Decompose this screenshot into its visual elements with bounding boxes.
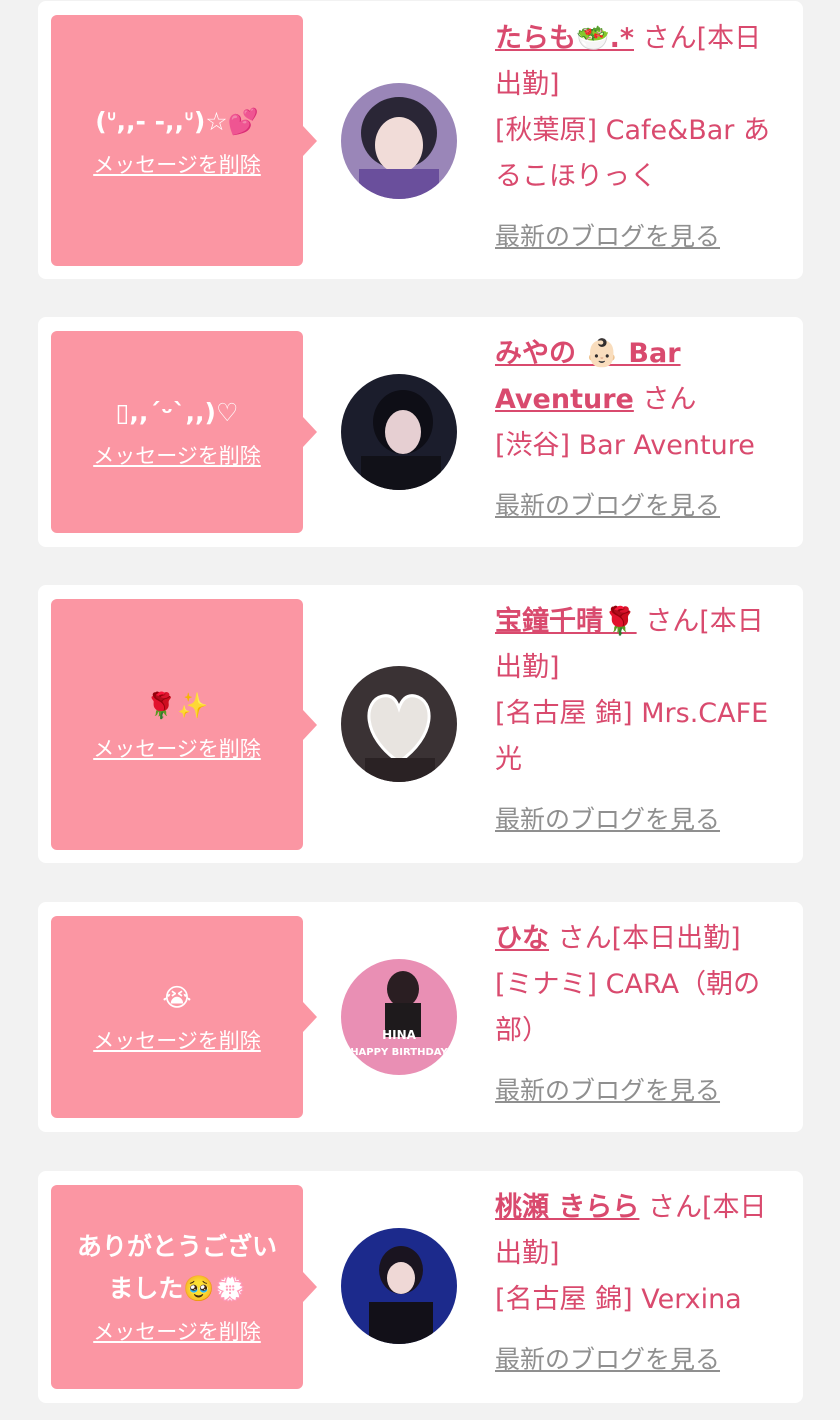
avatar[interactable] — [341, 83, 457, 199]
delete-message-link[interactable]: メッセージを削除 — [93, 733, 261, 765]
avatar[interactable] — [341, 374, 457, 490]
cast-info: たらも🥗.* さん[本日出勤] [秋葉原] Cafe&Bar あるこほりっく 最… — [495, 16, 785, 260]
cast-name-link[interactable]: たらも🥗.* — [495, 23, 634, 54]
shop-name: [名古屋 錦] Mrs.CAFE 光 — [495, 698, 769, 775]
cast-name-link[interactable]: 宝鐘千晴🌹 — [495, 606, 637, 637]
latest-blog-link[interactable]: 最新のブログを見る — [495, 214, 785, 260]
avatar[interactable]: HINA HAPPY BIRTHDAY — [341, 959, 457, 1075]
message-card: ▯,,ˊᵕˋ,,)♡ メッセージを削除 みやの 👶🏻 Bar Aventure … — [38, 317, 803, 547]
cast-info: 宝鐘千晴🌹 さん[本日出勤] [名古屋 錦] Mrs.CAFE 光 最新のブログ… — [495, 599, 785, 843]
message-text: ▯,,ˊᵕˋ,,)♡ — [115, 398, 239, 427]
message-card: 🌹✨ メッセージを削除 宝鐘千晴🌹 さん[本日出勤] [名古屋 錦] Mrs.C… — [38, 585, 803, 863]
message-card: ありがとうございました🥹💮 メッセージを削除 桃瀬 きらら さん[本日出勤] [… — [38, 1171, 803, 1403]
latest-blog-link[interactable]: 最新のブログを見る — [495, 1068, 785, 1114]
message-text: 😭 — [162, 983, 192, 1012]
message-bubble: 🌹✨ メッセージを削除 — [51, 599, 317, 850]
cast-name-link[interactable]: 桃瀬 きらら — [495, 1192, 639, 1223]
cast-name-link[interactable]: ひな — [495, 923, 549, 954]
cast-status: さん[本日出勤] — [549, 923, 741, 954]
cast-info: 桃瀬 きらら さん[本日出勤] [名古屋 錦] Verxina 最新のブログを見… — [495, 1185, 785, 1383]
message-bubble: (ᐡ,,- -,,ᐡ)☆💕 メッセージを削除 — [51, 15, 317, 266]
delete-message-link[interactable]: メッセージを削除 — [93, 1316, 261, 1348]
latest-blog-link[interactable]: 最新のブログを見る — [495, 483, 785, 529]
avatar-subtitle: HAPPY BIRTHDAY — [350, 1047, 448, 1058]
shop-name: [秋葉原] Cafe&Bar あるこほりっく — [495, 115, 770, 192]
shop-name: [ミナミ] CARA（朝の部） — [495, 969, 761, 1046]
avatar[interactable] — [341, 666, 457, 782]
message-bubble: 😭 メッセージを削除 — [51, 916, 317, 1118]
shop-name: [名古屋 錦] Verxina — [495, 1284, 742, 1315]
latest-blog-link[interactable]: 最新のブログを見る — [495, 797, 785, 843]
message-bubble: ▯,,ˊᵕˋ,,)♡ メッセージを削除 — [51, 331, 317, 533]
shop-name: [渋谷] Bar Aventure — [495, 430, 755, 461]
message-text: (ᐡ,,- -,,ᐡ)☆💕 — [95, 106, 259, 136]
latest-blog-link[interactable]: 最新のブログを見る — [495, 1337, 785, 1383]
message-bubble: ありがとうございました🥹💮 メッセージを削除 — [51, 1185, 317, 1389]
delete-message-link[interactable]: メッセージを削除 — [93, 149, 261, 181]
cast-status: さん — [633, 384, 697, 415]
message-text: ありがとうございました🥹💮 — [76, 1232, 277, 1303]
message-card: 😭 メッセージを削除 HINA HAPPY BIRTHDAY ひな さん[本日出… — [38, 902, 803, 1132]
avatar-title: HINA — [382, 1028, 417, 1042]
avatar[interactable] — [341, 1228, 457, 1344]
cast-info: ひな さん[本日出勤] [ミナミ] CARA（朝の部） 最新のブログを見る — [495, 916, 785, 1114]
delete-message-link[interactable]: メッセージを削除 — [93, 1025, 261, 1057]
delete-message-link[interactable]: メッセージを削除 — [93, 440, 261, 472]
cast-info: みやの 👶🏻 Bar Aventure さん [渋谷] Bar Aventure… — [495, 331, 785, 529]
message-text: 🌹✨ — [145, 690, 209, 720]
message-card: (ᐡ,,- -,,ᐡ)☆💕 メッセージを削除 たらも🥗.* さん[本日出勤] [… — [38, 1, 803, 279]
